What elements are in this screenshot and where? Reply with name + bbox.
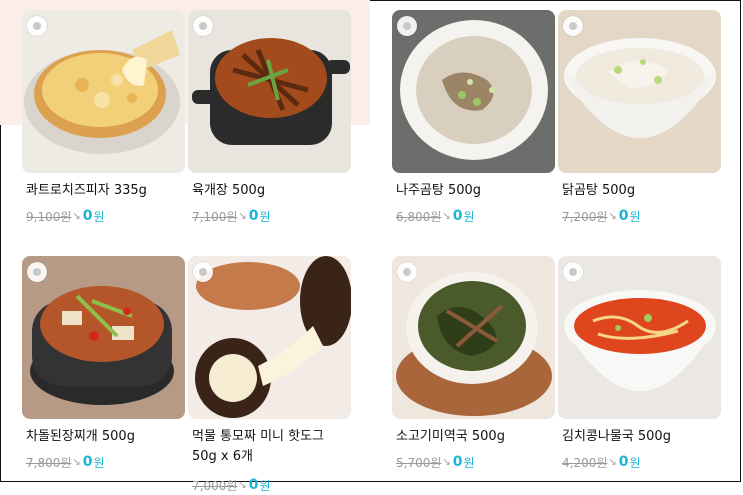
sale-price: 0 (618, 208, 629, 224)
product-name: 김치콩나물국 500g (562, 429, 671, 444)
price-unit: 원 (629, 455, 641, 470)
original-price: 5,700원 (396, 455, 442, 470)
price-unit: 원 (259, 209, 271, 224)
price-row: 7,800원 ↘ 0 원 (26, 452, 105, 472)
original-price: 4,200원 (562, 455, 608, 470)
original-price: 9,100원 (26, 209, 72, 224)
price-unit: 원 (93, 209, 105, 224)
sale-price: 0 (452, 454, 463, 470)
original-price: 6,800원 (396, 209, 442, 224)
price-row: 9,100원 ↘ 0 원 (26, 206, 105, 226)
price-row: 7,000원 ↘ 0 원 (192, 475, 271, 495)
product-name: 육개장 500g (192, 183, 266, 198)
product-image[interactable] (22, 10, 185, 173)
select-radio[interactable] (397, 262, 417, 282)
arrow-icon: ↘ (608, 210, 617, 222)
original-price: 7,800원 (26, 455, 72, 470)
product-name-line1: 먹물 통모짜 미니 핫도그 (192, 429, 324, 444)
sale-price: 0 (452, 208, 463, 224)
product-name: 콰트로치즈피자 335g (26, 183, 147, 198)
product-image[interactable] (188, 256, 351, 419)
price-unit: 원 (259, 478, 271, 493)
product-name: 먹물 통모짜 미니 핫도그 50g x 6개 (192, 427, 357, 467)
price-row: 4,200원 ↘ 0 원 (562, 452, 641, 472)
price-row: 5,700원 ↘ 0 원 (396, 452, 475, 472)
product-image[interactable] (558, 10, 721, 173)
product-image[interactable] (558, 256, 721, 419)
sale-price: 0 (618, 454, 629, 470)
product-name-line2: 50g x 6개 (192, 449, 253, 464)
arrow-icon: ↘ (238, 210, 247, 222)
arrow-icon: ↘ (442, 210, 451, 222)
select-radio[interactable] (397, 16, 417, 36)
price-row: 6,800원 ↘ 0 원 (396, 206, 475, 226)
original-price: 7,100원 (192, 209, 238, 224)
arrow-icon: ↘ (608, 456, 617, 468)
sale-price: 0 (82, 208, 93, 224)
price-row: 7,100원 ↘ 0 원 (192, 206, 271, 226)
product-image[interactable] (392, 10, 555, 173)
select-radio[interactable] (27, 16, 47, 36)
product-name: 소고기미역국 500g (396, 429, 505, 444)
sale-price: 0 (248, 477, 259, 493)
price-row: 7,200원 ↘ 0 원 (562, 206, 641, 226)
select-radio[interactable] (193, 16, 213, 36)
select-radio[interactable] (563, 262, 583, 282)
original-price: 7,200원 (562, 209, 608, 224)
select-radio[interactable] (27, 262, 47, 282)
product-image[interactable] (188, 10, 351, 173)
select-radio[interactable] (193, 262, 213, 282)
product-name: 나주곰탕 500g (396, 183, 482, 198)
price-unit: 원 (93, 455, 105, 470)
product-name: 닭곰탕 500g (562, 183, 636, 198)
product-image[interactable] (22, 256, 185, 419)
original-price: 7,000원 (192, 478, 238, 493)
arrow-icon: ↘ (238, 479, 247, 491)
price-unit: 원 (463, 209, 475, 224)
price-unit: 원 (629, 209, 641, 224)
price-unit: 원 (463, 455, 475, 470)
product-image[interactable] (392, 256, 555, 419)
sale-price: 0 (248, 208, 259, 224)
arrow-icon: ↘ (442, 456, 451, 468)
select-radio[interactable] (563, 16, 583, 36)
sale-price: 0 (82, 454, 93, 470)
product-name: 차돌된장찌개 500g (26, 429, 135, 444)
arrow-icon: ↘ (72, 456, 81, 468)
arrow-icon: ↘ (72, 210, 81, 222)
